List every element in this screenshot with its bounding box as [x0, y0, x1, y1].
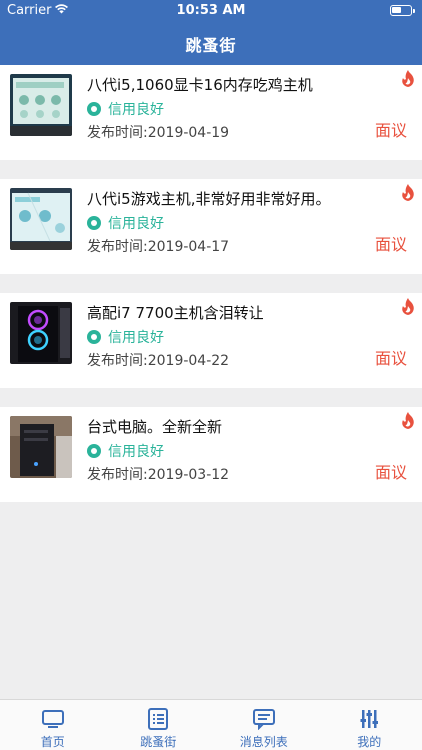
clock: 10:53 AM [176, 3, 246, 18]
publish-date: 发布时间:2019-03-12 [87, 467, 230, 483]
hot-flame-icon [402, 184, 414, 201]
listing-thumbnail [10, 74, 72, 136]
listing-thumbnail [10, 302, 72, 364]
price-negotiable: 面议 [374, 121, 407, 140]
listing-thumbnail [10, 188, 72, 250]
listing-title: 台式电脑。全新全新 [87, 418, 223, 436]
listing-card[interactable]: 高配i7 7700主机含泪转让 信用良好 发布时间:2019-04-22 面议 [0, 293, 422, 388]
credit-label: 信用良好 [108, 330, 164, 346]
tab-label: 首页 [40, 735, 65, 749]
credit-badge-icon [87, 216, 101, 230]
credit-label: 信用良好 [108, 102, 164, 118]
tab-bar: 首页 跳蚤街 消息列表 我的 [0, 699, 422, 750]
listing-title: 八代i5游戏主机,非常好用非常好用。 [87, 190, 331, 208]
listing-card[interactable]: 八代i5游戏主机,非常好用非常好用。 信用良好 发布时间:2019-04-17 … [0, 179, 422, 274]
tab-label: 我的 [357, 735, 382, 749]
credit-badge-icon [87, 330, 101, 344]
tab-label: 跳蚤街 [140, 735, 177, 749]
credit-label: 信用良好 [108, 216, 164, 232]
credit-label: 信用良好 [108, 444, 164, 460]
credit-rating: 信用良好 [87, 441, 164, 461]
battery-icon [390, 5, 415, 16]
hot-flame-icon [402, 298, 414, 315]
navigation-bar: 跳蚤街 [0, 22, 422, 65]
tab-label: 消息列表 [239, 735, 288, 749]
monitor-icon [41, 710, 64, 728]
listing-title: 高配i7 7700主机含泪转让 [87, 304, 264, 322]
publish-date: 发布时间:2019-04-17 [87, 239, 230, 255]
tab-flea-market[interactable]: 跳蚤街 [106, 700, 212, 750]
price-negotiable: 面议 [374, 349, 407, 368]
tab-home[interactable]: 首页 [0, 700, 106, 750]
chat-icon [252, 709, 275, 730]
credit-rating: 信用良好 [87, 213, 164, 233]
publish-date: 发布时间:2019-04-22 [87, 353, 230, 369]
credit-rating: 信用良好 [87, 327, 164, 347]
listing-title: 八代i5,1060显卡16内存吃鸡主机 [87, 76, 313, 94]
listing-card[interactable]: 台式电脑。全新全新 信用良好 发布时间:2019-03-12 面议 [0, 407, 422, 502]
credit-badge-icon [87, 444, 101, 458]
status-bar: Carrier 10:53 AM [0, 0, 422, 22]
listing-card[interactable]: 八代i5,1060显卡16内存吃鸡主机 信用良好 发布时间:2019-04-19… [0, 65, 422, 160]
settings-sliders-icon [360, 710, 379, 728]
tab-mine[interactable]: 我的 [317, 700, 422, 750]
hot-flame-icon [402, 412, 414, 429]
price-negotiable: 面议 [374, 463, 407, 482]
credit-rating: 信用良好 [87, 99, 164, 119]
listing-thumbnail [10, 416, 72, 478]
hot-flame-icon [402, 70, 414, 87]
list-icon [148, 708, 169, 730]
price-negotiable: 面议 [374, 235, 407, 254]
page-title: 跳蚤街 [185, 35, 237, 55]
tab-messages[interactable]: 消息列表 [211, 700, 317, 750]
credit-badge-icon [87, 102, 101, 116]
publish-date: 发布时间:2019-04-19 [87, 125, 230, 141]
